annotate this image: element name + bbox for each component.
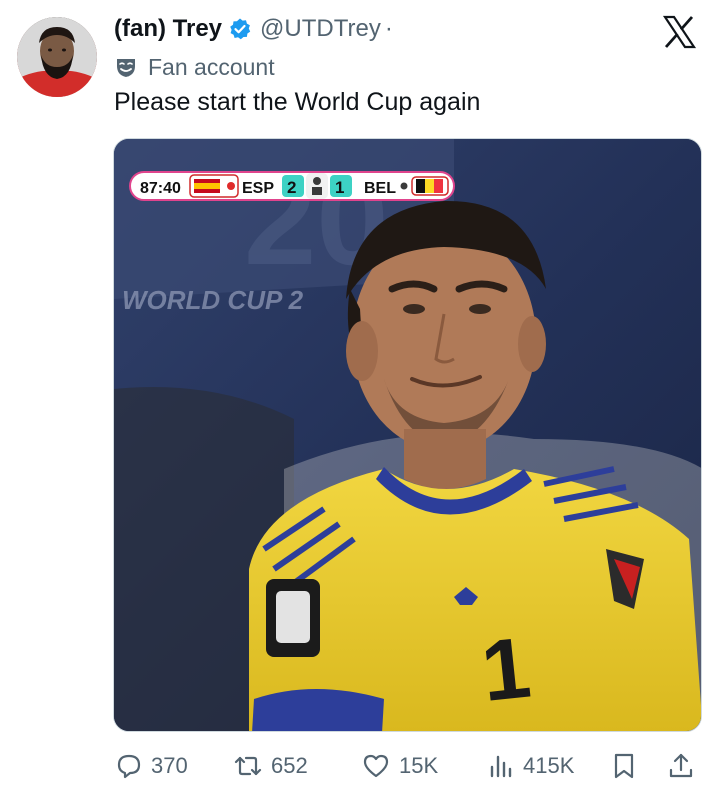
reply-icon <box>117 754 141 779</box>
display-name[interactable]: (fan) Trey <box>114 15 222 43</box>
action-bar: 370 652 15K 415K <box>113 746 702 786</box>
scoreboard-away-score: 1 <box>335 178 344 197</box>
scoreboard-home-team: ESP <box>242 180 274 197</box>
separator-dot: · <box>384 15 393 42</box>
scoreboard: 87:40 ESP 2 1 BEL <box>129 171 455 201</box>
views-icon <box>490 755 512 778</box>
share-icon <box>669 753 693 778</box>
share-button[interactable] <box>667 752 703 780</box>
user-handle[interactable]: @UTDTrey <box>260 15 381 43</box>
like-button[interactable]: 15K <box>361 752 438 780</box>
scoreboard-time: 87:40 <box>140 180 181 197</box>
tweet-text: Please start the World Cup again <box>114 88 481 116</box>
x-logo-icon[interactable] <box>661 14 697 50</box>
reply-button[interactable]: 370 <box>115 752 188 780</box>
tweet-card: (fan) Trey @UTDTrey · Fan account Please… <box>0 0 719 800</box>
mask-icon <box>114 55 138 79</box>
like-count: 15K <box>399 753 439 778</box>
account-label-text: Fan account <box>148 53 275 80</box>
bookmark-button[interactable] <box>611 752 645 780</box>
view-count: 415K <box>523 753 575 778</box>
repost-icon <box>234 756 262 776</box>
heart-icon <box>363 754 389 778</box>
scoreboard-away-team: BEL <box>364 180 396 197</box>
background-banner-text: WORLD CUP 2 <box>122 285 304 315</box>
account-label[interactable]: Fan account <box>114 51 275 83</box>
verified-badge-icon <box>228 17 252 41</box>
tweet-media[interactable]: 20 WORLD CUP 2 1 87:40 ESP 2 1 BEL <box>113 138 702 732</box>
media-photo: 20 WORLD CUP 2 1 87:40 ESP 2 1 BEL <box>114 139 701 731</box>
jersey-number: 1 <box>477 620 535 720</box>
scoreboard-home-score: 2 <box>287 178 296 197</box>
repost-button[interactable]: 652 <box>233 752 308 780</box>
repost-count: 652 <box>271 753 308 778</box>
views-button[interactable]: 415K <box>487 752 574 780</box>
avatar-image <box>17 17 97 97</box>
bookmark-icon <box>614 753 634 779</box>
avatar[interactable] <box>17 17 97 97</box>
reply-count: 370 <box>151 753 188 778</box>
tweet-header: (fan) Trey @UTDTrey · <box>114 12 393 46</box>
